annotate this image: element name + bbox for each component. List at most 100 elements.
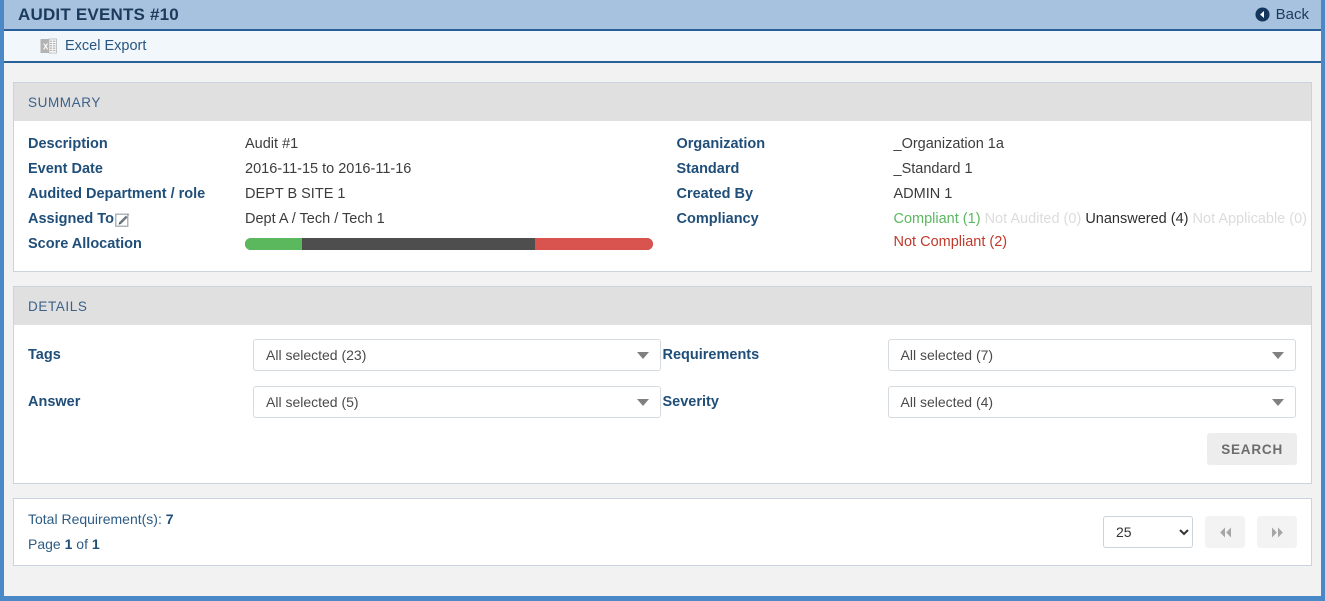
summary-value-event-date: 2016-11-15 to 2016-11-16 [245,161,412,177]
details-cell-answer: Answer All selected (5) [28,386,663,418]
summary-value-assigned-to: Dept A / Tech / Tech 1 [245,211,385,227]
summary-panel-body: Description Audit #1 Event Date 2016-11-… [14,121,1311,271]
summary-value-score-allocation [245,232,663,250]
excel-file-icon: X [40,38,57,55]
summary-right-column: Organization _Organization 1a Standard _… [663,132,1312,257]
compliancy-item-2: Unanswered (4) [1085,211,1189,227]
summary-label-standard: Standard [676,161,740,177]
chevron-down-icon [1271,351,1284,359]
compliancy-item-3: Not Applicable (0) [1192,211,1307,227]
edit-pencil-icon[interactable] [115,212,131,228]
summary-panel-header: SUMMARY [14,83,1311,121]
summary-label-description: Description [28,136,108,152]
compliancy-item-0: Compliant (1) [893,211,981,227]
compliancy-item-4: Not Compliant (2) [893,234,1008,250]
summary-panel-title: SUMMARY [28,94,101,110]
of-word: of [76,536,88,552]
summary-label-audited-department: Audited Department / role [28,186,206,202]
chevron-down-icon [637,398,649,406]
page-total: 1 [91,536,100,552]
back-button[interactable]: Back [1255,6,1309,23]
details-panel-body: Tags All selected (23) Requirements All … [14,325,1311,483]
summary-left-column: Description Audit #1 Event Date 2016-11-… [14,132,663,257]
pagination-controls: 25 [1103,516,1297,548]
score-allocation-bar [245,238,653,250]
summary-value-compliancy: Compliant (1) Not Audited (0) Unanswered… [894,207,1312,254]
excel-export-label: Excel Export [65,38,147,54]
summary-label-organization: Organization [676,136,766,152]
chevron-down-icon [1271,398,1284,406]
details-label-answer: Answer [28,394,81,410]
summary-row-audited-department: Audited Department / role DEPT B SITE 1 [28,182,663,207]
details-panel: DETAILS Tags All selected (23) Requireme… [13,286,1312,484]
summary-value-organization: _Organization 1a [893,136,1004,152]
total-requirements: Total Requirement(s): 7 [28,507,174,532]
compliancy-item-1: Not Audited (0) [984,211,1082,227]
summary-value-description: Audit #1 [245,136,299,152]
details-label-severity: Severity [662,394,719,410]
details-label-tags: Tags [28,347,61,363]
summary-label-assigned-to-text: Assigned To [28,211,114,227]
details-cell-requirements: Requirements All selected (7) [663,339,1298,371]
answer-multiselect[interactable]: All selected (5) [253,386,661,418]
circle-arrow-left-icon [1255,7,1270,22]
window-titlebar: AUDIT EVENTS #10 Back [4,0,1321,31]
page-title: AUDIT EVENTS #10 [18,4,179,24]
toolbar: X Excel Export [4,31,1321,63]
page-content: SUMMARY Description Audit #1 Event Date … [4,65,1321,596]
summary-row-description: Description Audit #1 [28,132,663,157]
application-frame: AUDIT EVENTS #10 Back X Excel Export SUM… [0,0,1325,601]
score-segment-not-compliant [534,238,653,250]
page-word: Page [28,536,61,552]
summary-row-compliancy: Compliancy Compliant (1) Not Audited (0)… [677,207,1312,254]
summary-value-audited-department: DEPT B SITE 1 [245,186,346,202]
double-chevron-right-icon [1270,526,1285,539]
summary-panel: SUMMARY Description Audit #1 Event Date … [13,82,1312,272]
total-requirements-label: Total Requirement(s): [28,511,162,527]
first-page-button[interactable] [1205,516,1245,548]
excel-export-button[interactable]: X Excel Export [40,38,146,55]
summary-label-score-allocation: Score Allocation [28,236,142,252]
details-panel-title: DETAILS [28,298,88,314]
score-segment-unanswered [302,238,535,250]
score-segment-compliant [245,238,303,250]
summary-label-event-date: Event Date [28,161,103,177]
tags-multiselect-value: All selected (23) [266,347,367,363]
summary-value-created-by: ADMIN 1 [893,186,953,202]
summary-value-standard: _Standard 1 [893,161,973,177]
summary-label-assigned-to: Assigned To [28,207,245,232]
search-button[interactable]: SEARCH [1207,433,1297,465]
pagination-panel: Total Requirement(s): 7 Page 1 of 1 25 [13,498,1312,566]
summary-label-created-by: Created By [676,186,754,202]
pagination-info: Total Requirement(s): 7 Page 1 of 1 [28,507,174,557]
requirements-multiselect-value: All selected (7) [900,347,994,363]
details-row-1: Tags All selected (23) Requirements All … [28,339,1297,371]
summary-row-created-by: Created By ADMIN 1 [677,182,1312,207]
back-button-label: Back [1275,6,1309,23]
severity-multiselect[interactable]: All selected (4) [887,386,1296,418]
details-cell-severity: Severity All selected (4) [663,386,1298,418]
summary-row-organization: Organization _Organization 1a [677,132,1312,157]
summary-row-event-date: Event Date 2016-11-15 to 2016-11-16 [28,157,663,182]
total-requirements-value: 7 [165,511,174,527]
severity-multiselect-value: All selected (4) [900,394,994,410]
tags-multiselect[interactable]: All selected (23) [253,339,661,371]
details-label-requirements: Requirements [662,347,760,363]
details-row-2: Answer All selected (5) Severity All sel… [28,386,1297,418]
double-chevron-left-icon [1218,526,1233,539]
details-panel-header: DETAILS [14,287,1311,325]
chevron-down-icon [637,351,649,359]
page-current: 1 [64,536,73,552]
page-size-select[interactable]: 25 [1103,516,1193,548]
last-page-button[interactable] [1257,516,1297,548]
summary-row-score-allocation: Score Allocation [28,232,663,257]
page-indicator: Page 1 of 1 [28,532,174,557]
details-cell-tags: Tags All selected (23) [28,339,663,371]
svg-text:X: X [43,42,49,51]
summary-label-compliancy: Compliancy [676,211,759,227]
search-row: SEARCH [28,433,1297,465]
summary-row-assigned-to: Assigned To Dept A / Tech / Tech 1 [28,207,663,232]
summary-row-standard: Standard _Standard 1 [677,157,1312,182]
requirements-multiselect[interactable]: All selected (7) [887,339,1296,371]
answer-multiselect-value: All selected (5) [266,394,359,410]
